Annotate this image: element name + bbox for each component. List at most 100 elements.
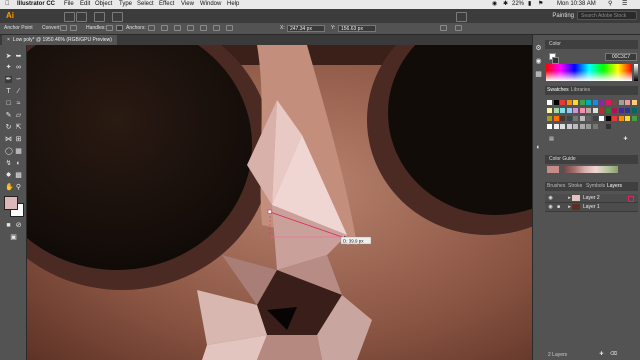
color-swatch[interactable] [586, 108, 591, 113]
color-swatch[interactable] [599, 124, 604, 129]
notification-center-icon[interactable]: ☰ [622, 1, 627, 8]
remove-anchor-button[interactable] [148, 25, 155, 31]
visibility-eye-icon[interactable]: ◉ [547, 204, 554, 211]
battery-icon[interactable]: ▮ [528, 1, 531, 8]
color-swatch[interactable] [599, 116, 604, 121]
color-swatch[interactable] [625, 116, 630, 121]
reference-point-button[interactable] [226, 25, 233, 31]
color-swatch[interactable] [586, 116, 591, 121]
color-swatch[interactable] [625, 108, 630, 113]
menu-edit[interactable]: Edit [80, 1, 90, 8]
blend-tool-icon[interactable]: ◐ [15, 160, 22, 167]
tab-libraries[interactable]: Libraries [571, 86, 590, 94]
document-tab[interactable]: × Low poly* @ 1950.46% (RGB/GPU Preview) [2, 35, 117, 45]
color-swatch[interactable] [566, 100, 572, 105]
none-swatch-icon[interactable]: ⊘ [15, 222, 22, 229]
color-swatch[interactable] [605, 100, 611, 105]
color-swatch[interactable] [560, 100, 565, 105]
color-swatch[interactable] [560, 116, 565, 121]
color-swatch[interactable] [625, 100, 630, 105]
color-swatch[interactable] [553, 100, 559, 105]
menu-file[interactable]: File [64, 1, 74, 8]
color-swatch[interactable] [553, 124, 559, 129]
convert-smooth-button[interactable] [70, 25, 77, 31]
color-swatch[interactable] [566, 108, 572, 113]
bridge-icon[interactable] [64, 12, 75, 22]
color-swatch[interactable] [618, 108, 624, 113]
color-swatch[interactable] [573, 124, 578, 129]
color-guide-header[interactable]: Color Guide [545, 155, 638, 164]
rectangle-tool-icon[interactable]: □ [5, 100, 12, 107]
cut-path-button[interactable] [174, 25, 181, 31]
tab-layers[interactable]: Layers [607, 182, 622, 190]
color-swatch[interactable] [599, 108, 604, 113]
hand-tool-icon[interactable]: ✋ [5, 184, 14, 191]
color-swatch[interactable] [553, 116, 559, 121]
color-swatch[interactable] [547, 124, 552, 129]
color-swatch[interactable] [605, 116, 611, 121]
graph-tool-icon[interactable]: ▩ [15, 172, 22, 179]
color-swatch[interactable] [605, 124, 611, 129]
zoom-tool-icon[interactable]: ⚲ [15, 184, 22, 191]
menu-window[interactable]: Window [200, 1, 221, 8]
visibility-eye-icon[interactable]: ◉ [547, 195, 554, 202]
color-swatch[interactable] [573, 100, 578, 105]
line-tool-icon[interactable]: ∕ [15, 88, 22, 95]
color-swatch[interactable] [618, 100, 624, 105]
send-icon[interactable] [456, 12, 467, 22]
color-swatch[interactable] [592, 116, 598, 121]
drawing-mode-icon[interactable]: ▣ [10, 234, 17, 241]
fill-swatch[interactable] [4, 196, 18, 210]
color-panel-icon[interactable]: ◉ [535, 58, 542, 65]
selection-tool-icon[interactable]: ➤ [5, 53, 12, 60]
tab-stroke[interactable]: Stroke [568, 182, 582, 190]
color-swatch[interactable] [586, 100, 591, 105]
pen-tool-icon[interactable]: ✒ [5, 76, 12, 83]
rotate-tool-icon[interactable]: ↻ [5, 124, 12, 131]
color-swatch[interactable] [592, 100, 598, 105]
menu-type[interactable]: Type [119, 1, 132, 8]
color-stroke-indicator[interactable] [552, 57, 559, 64]
connect-endpoints-button[interactable] [161, 25, 168, 31]
app-menu[interactable]: Illustrator CC [17, 1, 55, 8]
color-swatch[interactable] [579, 108, 585, 113]
show-handles-button[interactable] [106, 25, 113, 31]
bluetooth-icon[interactable]: ✱ [503, 1, 508, 8]
color-swatch[interactable] [553, 108, 559, 113]
color-spectrum[interactable] [546, 64, 632, 81]
libraries-panel-icon[interactable]: ▦ [535, 71, 542, 78]
color-guide-panel-icon[interactable]: ◐ [535, 144, 542, 151]
tab-symbols[interactable]: Symbols [586, 182, 605, 190]
transform-button[interactable] [440, 25, 447, 31]
delete-layer-icon[interactable]: ⌫ [610, 351, 617, 358]
color-swatch[interactable] [586, 124, 591, 129]
tab-swatches[interactable]: Swatches [547, 86, 569, 94]
direct-selection-tool-icon[interactable]: ➥ [15, 53, 22, 60]
color-swatch[interactable] [579, 116, 585, 121]
color-swatch[interactable] [547, 100, 552, 105]
color-guide-harmony[interactable] [563, 166, 618, 173]
free-transform-tool-icon[interactable]: ⊞ [15, 136, 22, 143]
color-swatch[interactable] [579, 124, 585, 129]
color-swatch[interactable] [573, 116, 578, 121]
stock-icon[interactable] [76, 12, 87, 22]
color-swatch[interactable] [631, 108, 637, 113]
isolate-button[interactable] [187, 25, 194, 31]
flag-icon[interactable]: ⚑ [538, 1, 543, 8]
layer-name[interactable]: Layer 1 [583, 203, 600, 211]
color-mode-icon[interactable]: ■ [5, 222, 12, 229]
color-swatch[interactable] [592, 108, 598, 113]
apple-icon[interactable]:  [5, 1, 10, 8]
color-swatch[interactable] [579, 100, 585, 105]
color-guide-base[interactable] [547, 166, 559, 173]
stock-search-input[interactable]: Search Adobe Stock [577, 11, 637, 20]
color-swatch[interactable] [618, 116, 624, 121]
spotlight-icon[interactable]: ⚲ [608, 1, 612, 8]
lock-icon[interactable]: ■ [555, 204, 562, 211]
new-swatch-icon[interactable]: ✚ [622, 136, 629, 143]
color-swatch[interactable] [566, 124, 572, 129]
close-icon[interactable]: × [7, 37, 10, 43]
color-swatch[interactable] [547, 108, 552, 113]
eraser-tool-icon[interactable]: ▱ [15, 112, 22, 119]
perspective-grid-tool-icon[interactable]: ▦ [15, 148, 22, 155]
